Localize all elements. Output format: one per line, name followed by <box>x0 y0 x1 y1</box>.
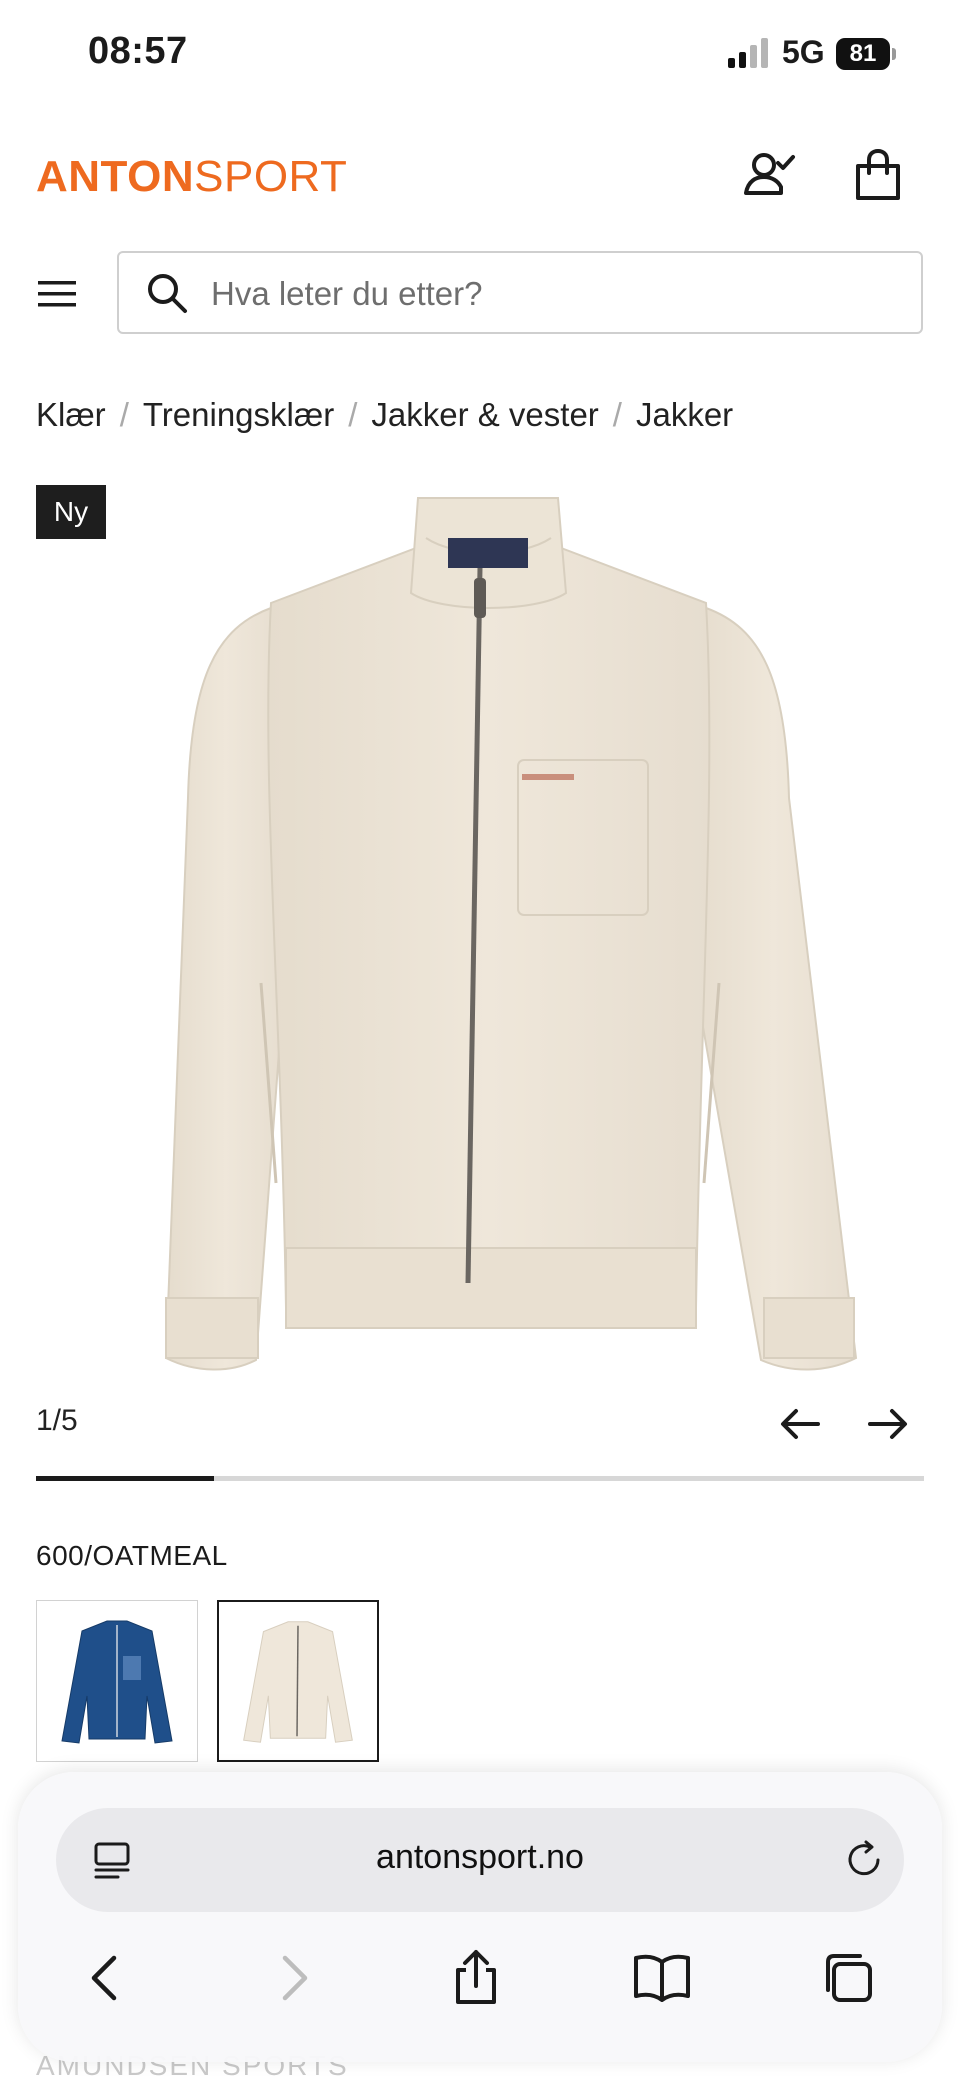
product-image[interactable] <box>96 478 866 1378</box>
browser-toolbar: antonsport.no <box>18 1772 942 2062</box>
variant-thumbnail-oatmeal <box>243 1621 353 1743</box>
account-icon[interactable] <box>740 146 800 206</box>
variant-thumbnail-blue <box>61 1620 173 1744</box>
breadcrumb-item-treningsklaer[interactable]: Treningsklær <box>143 396 334 433</box>
color-variant-oatmeal[interactable] <box>217 1600 379 1762</box>
breadcrumb-separator: / <box>348 396 358 433</box>
reload-icon[interactable] <box>842 1838 886 1882</box>
image-counter: 1/5 <box>36 1404 78 1437</box>
network-type: 5G <box>782 34 825 70</box>
breadcrumb-item-jakker-vester[interactable]: Jakker & vester <box>371 396 598 433</box>
breadcrumb-separator: / <box>612 396 622 433</box>
brand-logo[interactable]: ANTONSPORT <box>36 152 347 202</box>
tabs-icon[interactable] <box>818 1948 878 2008</box>
signal-icon <box>728 38 768 68</box>
breadcrumb: Klær / Treningsklær / Jakker & vester / Jakker <box>36 396 733 434</box>
arrow-right-icon[interactable] <box>864 1400 912 1448</box>
breadcrumb-item-jakker[interactable]: Jakker <box>636 396 733 433</box>
back-icon[interactable] <box>76 1948 136 2008</box>
bookmarks-icon[interactable] <box>632 1948 692 2008</box>
battery-icon: 81 <box>836 38 896 70</box>
image-progress-bar <box>36 1476 924 1481</box>
breadcrumb-separator: / <box>119 396 129 433</box>
brand-logo-light: SPORT <box>194 152 348 201</box>
status-time: 08:57 <box>88 30 188 72</box>
url-text[interactable]: antonsport.no <box>56 1838 904 1877</box>
share-icon[interactable] <box>446 1948 506 2008</box>
brand-logo-bold: ANTON <box>36 152 195 201</box>
breadcrumb-item-klaer[interactable]: Klær <box>36 396 106 433</box>
search-box[interactable] <box>117 251 923 334</box>
search-input[interactable] <box>209 265 903 323</box>
color-variant-blue[interactable] <box>36 1600 198 1762</box>
status-bar: 08:57 5G 81 <box>0 0 960 110</box>
address-bar[interactable]: antonsport.no <box>56 1808 904 1912</box>
new-badge: Ny <box>36 485 106 539</box>
search-icon[interactable] <box>145 271 189 315</box>
color-label: 600/OATMEAL <box>36 1540 228 1571</box>
arrow-left-icon[interactable] <box>776 1400 824 1448</box>
image-progress-fill <box>36 1476 214 1481</box>
shopping-bag-icon[interactable] <box>848 146 908 206</box>
battery-level: 81 <box>836 38 890 70</box>
hamburger-menu-icon[interactable] <box>36 272 80 316</box>
forward-icon[interactable] <box>263 1948 323 2008</box>
